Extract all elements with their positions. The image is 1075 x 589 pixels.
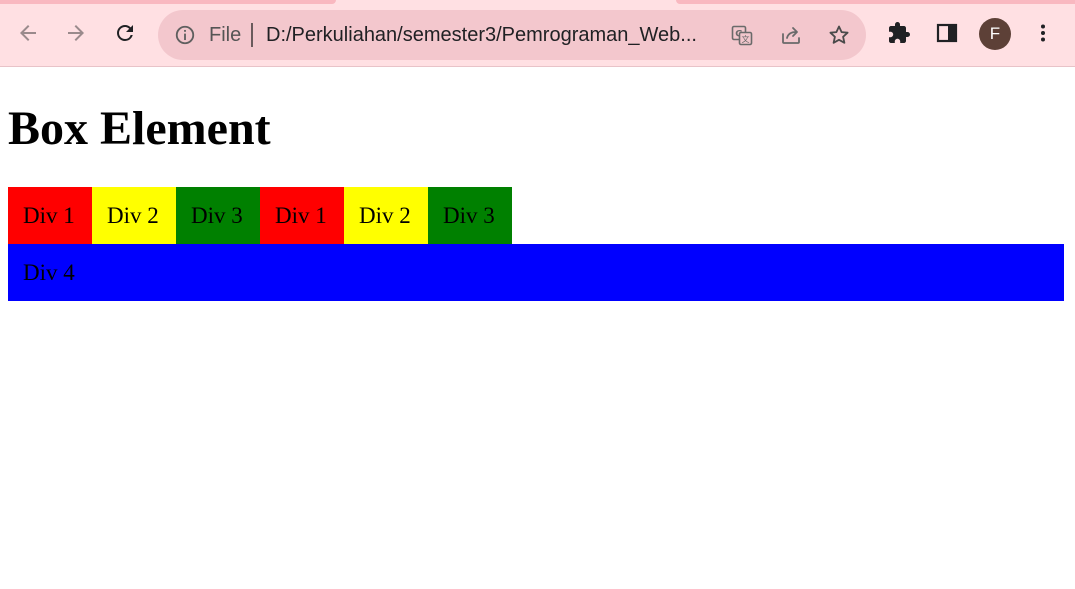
svg-text:文: 文	[742, 34, 750, 44]
page-content: Box Element Div 1 Div 2 Div 3 Div 1 Div …	[0, 67, 1075, 589]
omnibox-separator	[251, 23, 253, 47]
star-icon[interactable]	[827, 23, 851, 47]
back-button[interactable]	[11, 16, 45, 50]
info-icon[interactable]	[174, 24, 196, 46]
back-arrow-icon	[20, 25, 36, 41]
forward-arrow-icon	[68, 25, 84, 41]
box-div-1: Div 1	[260, 187, 344, 244]
tab-strip-edge	[0, 0, 336, 4]
box-div-4: Div 4	[8, 244, 1064, 301]
browser-menu-button[interactable]	[1026, 16, 1060, 50]
side-panel-button[interactable]	[930, 16, 964, 50]
kebab-menu-icon	[1041, 24, 1045, 42]
reload-icon	[117, 25, 133, 41]
reload-button[interactable]	[108, 16, 142, 50]
side-panel-icon	[936, 23, 958, 43]
scheme-label: File	[209, 24, 242, 46]
box-row: Div 1 Div 2 Div 3 Div 1 Div 2 Div 3	[8, 187, 512, 244]
box-div-1: Div 1	[8, 187, 92, 244]
translate-icon[interactable]: G 文	[730, 23, 754, 47]
url-text[interactable]: D:/Perkuliahan/semester3/Pemrograman_Web…	[266, 22, 697, 48]
page-heading: Box Element	[8, 102, 271, 155]
address-bar[interactable]: File D:/Perkuliahan/semester3/Pemrograma…	[158, 10, 866, 60]
profile-avatar[interactable]: F	[979, 18, 1011, 50]
box-div-3: Div 3	[176, 187, 260, 244]
box-div-2: Div 2	[92, 187, 176, 244]
box-div-2: Div 2	[344, 187, 428, 244]
extensions-button[interactable]	[882, 16, 916, 50]
share-icon[interactable]	[779, 23, 803, 47]
extensions-puzzle-icon	[889, 22, 910, 43]
browser-toolbar: File D:/Perkuliahan/semester3/Pemrograma…	[0, 0, 1075, 67]
box-div-3: Div 3	[428, 187, 512, 244]
forward-button[interactable]	[59, 16, 93, 50]
tab-strip-edge	[676, 0, 1075, 4]
